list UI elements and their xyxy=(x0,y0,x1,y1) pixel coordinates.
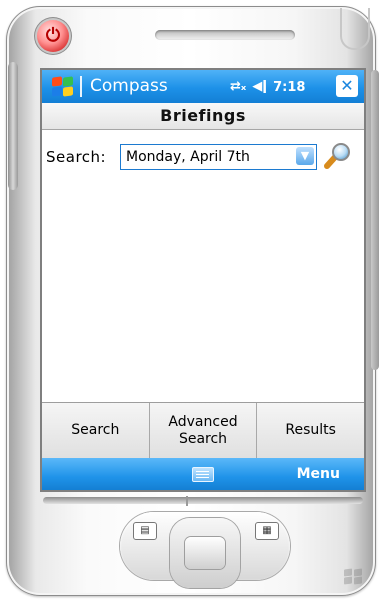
clock[interactable]: 7:18 xyxy=(273,80,305,95)
menu-softkey[interactable]: Menu xyxy=(297,465,340,483)
softkey-bar: Menu xyxy=(42,458,364,490)
speaker-grille xyxy=(155,30,295,40)
page-title: Briefings xyxy=(42,103,364,130)
search-button[interactable]: Search xyxy=(42,403,150,458)
hardware-contacts-key[interactable]: ▤ xyxy=(133,522,157,540)
hardware-calendar-key[interactable]: ▦ xyxy=(255,522,279,540)
windows-logo-icon xyxy=(344,568,366,586)
screen: Compass ⇄ₓ ◀ǀ 7:18 ✕ Briefings Search: M… xyxy=(42,70,364,490)
close-button[interactable]: ✕ xyxy=(336,75,358,97)
dpad-center-button[interactable] xyxy=(185,537,225,569)
side-rail xyxy=(371,70,379,370)
chevron-down-icon[interactable]: ▼ xyxy=(296,147,314,165)
title-bar: Compass ⇄ₓ ◀ǀ 7:18 ✕ xyxy=(42,70,364,103)
date-dropdown-value: Monday, April 7th xyxy=(126,149,250,165)
magnifier-icon[interactable] xyxy=(322,142,352,170)
date-dropdown[interactable]: Monday, April 7th ▼ xyxy=(120,144,317,170)
side-rail xyxy=(8,62,18,190)
search-label: Search: xyxy=(46,148,107,166)
hardware-bar xyxy=(43,497,363,504)
power-button[interactable]: ⏻ xyxy=(37,20,69,52)
stylus-slot xyxy=(340,8,370,50)
speaker-icon[interactable]: ◀ǀ xyxy=(252,77,267,97)
bottom-toolbar: Search Advanced Search Results xyxy=(42,402,364,458)
app-title: Compass xyxy=(90,76,168,96)
windows-flag-icon[interactable] xyxy=(50,75,74,97)
power-icon: ⏻ xyxy=(45,25,61,46)
connectivity-icon[interactable]: ⇄ₓ xyxy=(230,77,246,97)
advanced-search-button[interactable]: Advanced Search xyxy=(150,403,258,458)
hardware-divider xyxy=(186,496,188,506)
title-separator xyxy=(80,76,82,97)
advanced-search-label: Advanced Search xyxy=(168,413,238,447)
results-button[interactable]: Results xyxy=(257,403,364,458)
keyboard-icon[interactable] xyxy=(192,467,214,482)
status-area: ⇄ₓ ◀ǀ 7:18 xyxy=(230,77,305,97)
